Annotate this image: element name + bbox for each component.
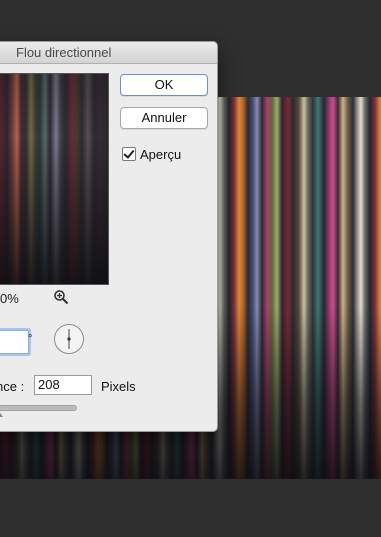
zoom-in-icon[interactable] <box>53 289 69 305</box>
angle-unit: ° <box>28 333 33 345</box>
zoom-level: 0% <box>0 291 19 306</box>
preview-image <box>0 74 108 284</box>
preview-checkbox[interactable] <box>122 147 136 161</box>
slider-thumb-icon[interactable] <box>0 410 3 417</box>
angle-input[interactable] <box>0 330 29 354</box>
dialog-titlebar[interactable]: Flou directionnel <box>0 42 217 64</box>
distance-slider[interactable] <box>0 405 77 411</box>
preview-checkbox-label: Aperçu <box>140 146 182 162</box>
preview-toggle[interactable]: Aperçu <box>122 146 181 162</box>
ok-button[interactable]: OK <box>120 74 208 96</box>
cancel-button[interactable]: Annuler <box>120 107 208 129</box>
motion-blur-dialog: Flou directionnel OK Annuler Aperçu 0% °… <box>0 41 218 432</box>
dialog-title: Flou directionnel <box>16 45 112 60</box>
angle-dial-icon[interactable] <box>53 323 85 355</box>
distance-input[interactable] <box>34 375 92 395</box>
filter-preview[interactable] <box>0 73 109 285</box>
distance-unit: Pixels <box>101 379 136 394</box>
distance-label: nce : <box>0 379 25 394</box>
